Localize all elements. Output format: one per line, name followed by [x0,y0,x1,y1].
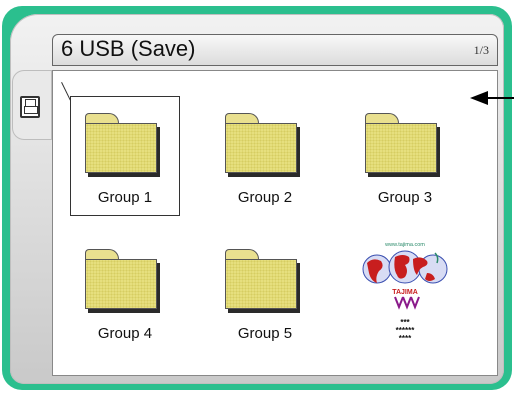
folder-label: Group 2 [237,189,293,206]
folder-label: Group 5 [237,325,293,342]
design-stars-line-3: **** [398,334,412,343]
folder-item-group-3[interactable]: Group 3 [351,97,459,215]
folder-label: Group 3 [377,189,433,206]
folder-icon [85,113,157,181]
logo-url-text: www.tajima.com [384,242,425,248]
callout-arrow-icon [470,91,488,105]
folder-icon [85,249,157,317]
tajima-logo: www.tajima.com TAJIMA *** ****** **** [351,233,459,351]
folder-item-group-2[interactable]: Group 2 [211,97,319,215]
folder-item-group-4[interactable]: Group 4 [71,233,179,351]
callout-arrow-line [486,97,514,99]
file-grid: Group 1 Group 2 Group 3 Group 4 Group 5 … [52,70,498,376]
floppy-disk-icon [20,96,40,118]
design-file-item[interactable]: www.tajima.com TAJIMA *** ****** **** [351,233,459,351]
world-map-logo-icon: www.tajima.com TAJIMA [362,242,448,310]
folder-label: Group 4 [97,325,153,342]
folder-icon [225,113,297,181]
folder-item-group-1[interactable]: Group 1 [70,96,180,216]
page-title: 6 USB (Save) [61,36,196,61]
folder-icon [365,113,437,181]
folder-item-group-5[interactable]: Group 5 [211,233,319,351]
folder-icon [225,249,297,317]
page-indicator: 1/3 [473,43,489,57]
logo-brand-text: TAJIMA [392,289,418,296]
folder-label: Group 1 [97,189,153,206]
title-bar: 6 USB (Save) 1/3 [52,34,498,66]
